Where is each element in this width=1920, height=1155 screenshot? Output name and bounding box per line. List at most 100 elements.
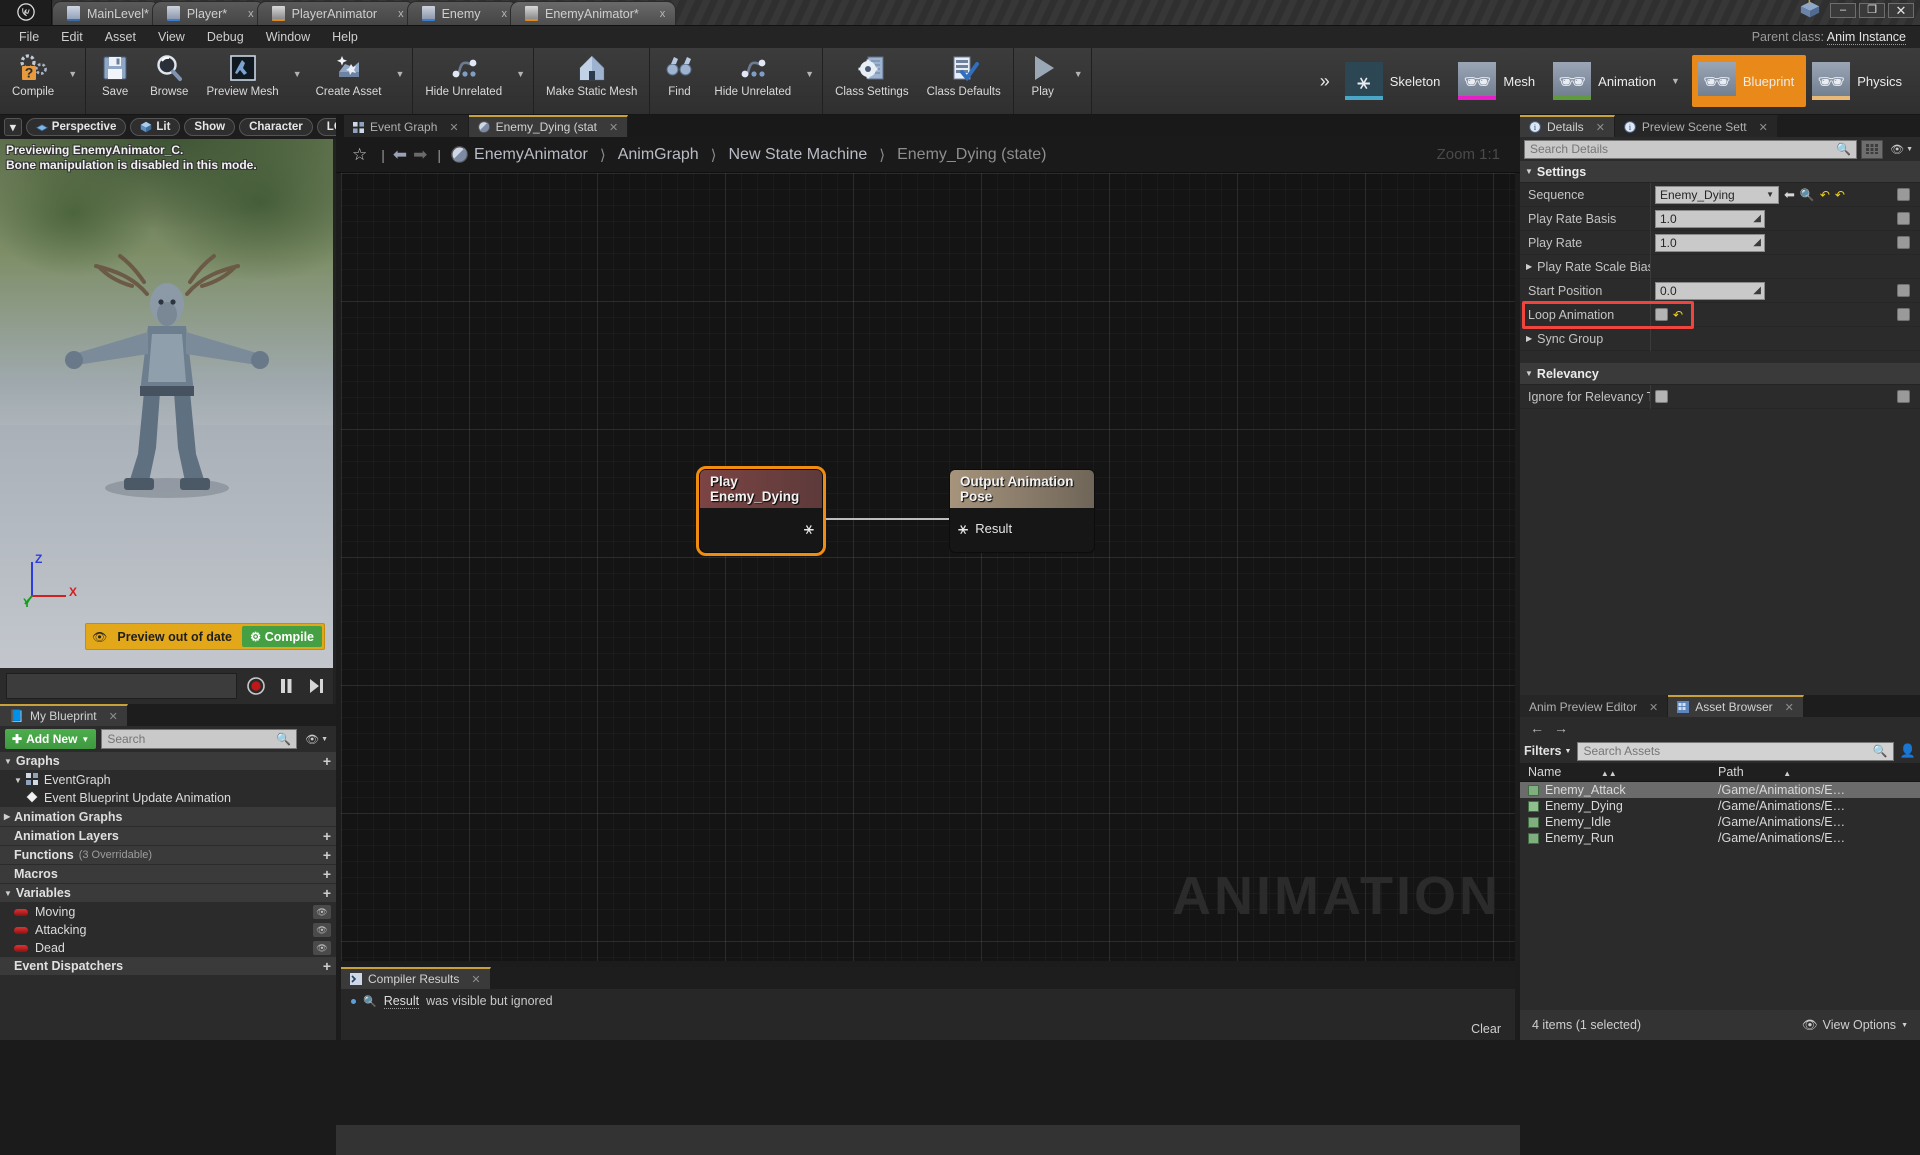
mode-physics[interactable]: 🕶 Physics: [1806, 55, 1914, 107]
hide-unrelated-dropdown-caret-1[interactable]: ▼: [511, 48, 530, 114]
list-item-eventgraph[interactable]: ▼ EventGraph: [0, 771, 336, 789]
my-blueprint-search[interactable]: 🔍: [101, 729, 298, 749]
add-event-dispatcher-button[interactable]: +: [323, 958, 331, 974]
drag-handle-icon[interactable]: ◢: [1753, 213, 1761, 224]
tab-enemy-dying-state[interactable]: Enemy_Dying (stat ✕: [468, 115, 629, 137]
list-item-variable-attacking[interactable]: Attacking 👁: [0, 921, 336, 939]
create-asset-button[interactable]: Create Asset: [307, 48, 391, 114]
drag-handle-icon[interactable]: ◢: [1753, 285, 1761, 296]
section-functions[interactable]: Functions (3 Overridable) +: [0, 846, 336, 865]
loop-animation-checkbox[interactable]: [1655, 308, 1668, 321]
close-button[interactable]: ✕: [1888, 2, 1914, 18]
close-icon[interactable]: ✕: [471, 973, 480, 986]
back-arrow-icon[interactable]: ←: [1530, 720, 1544, 736]
viewport-options-button[interactable]: ▾: [4, 118, 22, 136]
add-graph-button[interactable]: +: [323, 753, 331, 769]
search-icon[interactable]: 🔍: [1800, 188, 1815, 202]
column-header-path[interactable]: Path ▲: [1710, 765, 1920, 779]
menu-item-window[interactable]: Window: [255, 28, 321, 46]
mode-animation[interactable]: 🕶 Animation ▼: [1547, 55, 1692, 107]
section-animation-graphs[interactable]: ▶ Animation Graphs: [0, 807, 336, 827]
close-icon[interactable]: ✕: [449, 121, 458, 134]
reset-icon[interactable]: ↶: [1835, 188, 1845, 202]
menu-item-view[interactable]: View: [147, 28, 196, 46]
sequence-combo[interactable]: Enemy_Dying ▼: [1655, 185, 1779, 204]
star-icon[interactable]: ☆: [346, 145, 373, 165]
parent-class-value[interactable]: Anim Instance: [1826, 30, 1906, 45]
tab-event-graph[interactable]: Event Graph ✕: [344, 115, 469, 137]
mode-blueprint[interactable]: 🕶 Blueprint: [1691, 55, 1807, 107]
user-filter-icon[interactable]: 👤: [1900, 743, 1916, 759]
node-connection-wire[interactable]: [825, 518, 951, 520]
play-button[interactable]: Play: [1017, 48, 1069, 114]
reset-icon[interactable]: ↶: [1820, 188, 1830, 202]
menu-item-asset[interactable]: Asset: [94, 28, 147, 46]
tab-anim-preview-editor[interactable]: Anim Preview Editor ✕: [1520, 695, 1669, 717]
search-assets-input[interactable]: [1583, 744, 1873, 758]
window-tab-mainlevel[interactable]: MainLevel*: [52, 1, 160, 25]
preview-mesh-button[interactable]: Preview Mesh: [197, 48, 287, 114]
filters-button[interactable]: Filters ▼: [1524, 744, 1571, 758]
pause-icon[interactable]: [275, 675, 297, 697]
class-settings-button[interactable]: Class Settings: [826, 48, 918, 114]
property-override-checkbox[interactable]: [1897, 390, 1910, 403]
tab-preview-scene-settings[interactable]: i Preview Scene Sett ✕: [1614, 115, 1778, 137]
step-forward-icon[interactable]: [305, 675, 327, 697]
arrow-left-icon[interactable]: ⬅: [393, 145, 407, 165]
list-item-event-update-animation[interactable]: Event Blueprint Update Animation: [0, 789, 336, 807]
close-icon[interactable]: x: [398, 8, 404, 20]
menu-item-edit[interactable]: Edit: [50, 28, 94, 46]
compiler-message-link[interactable]: Result: [383, 994, 420, 1009]
list-item-variable-moving[interactable]: Moving 👁: [0, 903, 336, 921]
section-animation-layers[interactable]: Animation Layers +: [0, 827, 336, 846]
viewport-compile-button[interactable]: ⚙ Compile: [242, 626, 322, 647]
menu-item-help[interactable]: Help: [321, 28, 369, 46]
close-icon[interactable]: x: [248, 8, 254, 20]
mode-skeleton[interactable]: ⚹ Skeleton: [1339, 55, 1453, 107]
property-override-checkbox[interactable]: [1897, 188, 1910, 201]
menu-item-file[interactable]: File: [8, 28, 50, 46]
window-tab-playeranimator[interactable]: PlayerAnimator x: [256, 1, 415, 25]
viewport-show-button[interactable]: Show: [184, 118, 236, 136]
arrow-left-icon[interactable]: ⬅: [1784, 187, 1795, 203]
table-row[interactable]: Enemy_Dying /Game/Animations/E…: [1520, 798, 1920, 814]
add-variable-button[interactable]: +: [323, 885, 331, 901]
clear-button[interactable]: Clear: [1471, 1022, 1501, 1036]
asset-search[interactable]: 🔍: [1577, 741, 1894, 761]
maximize-button[interactable]: ❐: [1859, 2, 1885, 18]
tab-asset-browser[interactable]: Asset Browser ✕: [1668, 695, 1804, 717]
search-details-input[interactable]: [1530, 142, 1837, 156]
breadcrumb-item-1[interactable]: AnimGraph: [618, 146, 699, 164]
mode-mesh[interactable]: 🕶 Mesh: [1452, 55, 1547, 107]
preview-viewport[interactable]: Previewing EnemyAnimator_C. Bone manipul…: [0, 139, 333, 668]
property-override-checkbox[interactable]: [1897, 236, 1910, 249]
close-icon[interactable]: ✕: [1785, 701, 1794, 714]
viewport-character-button[interactable]: Character: [239, 118, 313, 136]
start-position-field[interactable]: 0.0 ◢: [1655, 281, 1765, 300]
eye-icon[interactable]: 👁: [313, 923, 331, 937]
node-play-enemy-dying[interactable]: Play Enemy_Dying ⚹: [696, 466, 826, 556]
view-options-button[interactable]: 👁 View Options ▼: [1802, 1018, 1908, 1033]
search-input[interactable]: [107, 732, 277, 746]
add-function-button[interactable]: +: [323, 847, 331, 863]
record-icon[interactable]: [245, 675, 267, 697]
close-icon[interactable]: ✕: [609, 121, 618, 134]
make-static-mesh-button[interactable]: Make Static Mesh: [537, 48, 646, 114]
window-tab-player[interactable]: Player* x: [151, 1, 265, 25]
timeline-scrubber[interactable]: [6, 673, 237, 699]
play-rate-basis-field[interactable]: 1.0 ◢: [1655, 209, 1765, 228]
minimize-button[interactable]: –: [1830, 2, 1856, 18]
grid-view-icon[interactable]: [1861, 139, 1884, 159]
property-override-checkbox[interactable]: [1897, 284, 1910, 297]
window-tab-enemy[interactable]: Enemy x: [406, 1, 518, 25]
close-icon[interactable]: ✕: [109, 710, 118, 723]
add-animation-layer-button[interactable]: +: [323, 828, 331, 844]
section-macros[interactable]: Macros +: [0, 865, 336, 884]
section-graphs[interactable]: ▼ Graphs +: [0, 752, 336, 771]
property-override-checkbox[interactable]: [1897, 308, 1910, 321]
my-blueprint-view-options[interactable]: 👁 ▼: [302, 733, 331, 746]
column-header-name[interactable]: Name ▲▲: [1520, 765, 1710, 779]
details-section-relevancy[interactable]: ▼ Relevancy: [1520, 363, 1920, 385]
drag-handle-icon[interactable]: ◢: [1753, 237, 1761, 248]
section-variables[interactable]: ▼ Variables +: [0, 884, 336, 903]
